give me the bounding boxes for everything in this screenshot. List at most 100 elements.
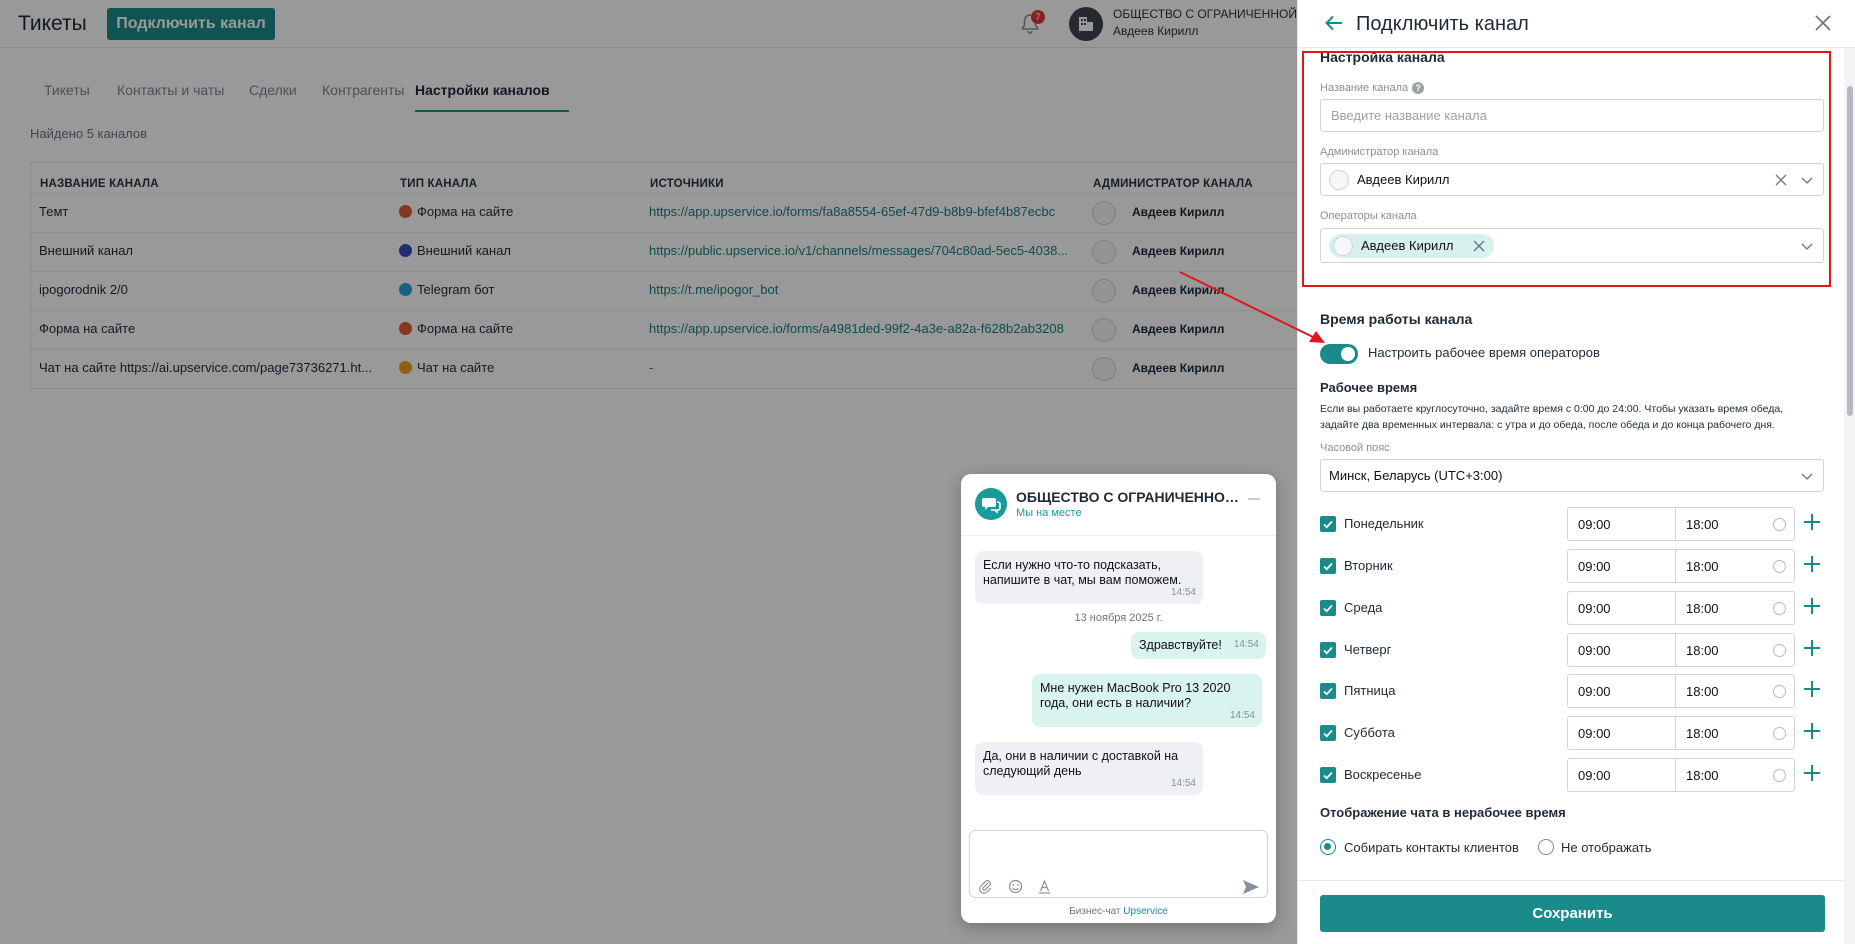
collect-contacts-radio[interactable] <box>1320 839 1336 855</box>
highlight-box <box>1302 51 1831 287</box>
time-divider <box>1675 759 1676 791</box>
chat-title: ОБЩЕСТВО С ОГРАНИЧЕННОЙ О... <box>1016 489 1241 505</box>
work-time-heading: Время работы канала <box>1320 311 1473 327</box>
timezone-label: Часовой пояс <box>1320 442 1390 454</box>
chat-widget: ОБЩЕСТВО С ОГРАНИЧЕННОЙ О... Мы на месте… <box>961 474 1276 923</box>
footer-divider <box>1297 880 1843 881</box>
save-button[interactable]: Сохранить <box>1320 895 1825 932</box>
day-checkbox[interactable] <box>1320 642 1336 658</box>
day-row: Вторник 09:00 18:00 <box>1320 548 1825 583</box>
timezone-value: Минск, Беларусь (UTC+3:00) <box>1329 468 1503 483</box>
add-interval-icon[interactable] <box>1802 554 1822 574</box>
message-time: 14:54 <box>1233 639 1259 650</box>
send-icon[interactable] <box>1242 879 1260 894</box>
scrollbar-thumb[interactable] <box>1847 86 1853 416</box>
add-interval-icon[interactable] <box>1802 763 1822 783</box>
message-time: 14:54 <box>1170 587 1196 598</box>
emoji-icon[interactable] <box>1008 879 1023 894</box>
add-interval-icon[interactable] <box>1802 638 1822 658</box>
chat-header: ОБЩЕСТВО С ОГРАНИЧЕННОЙ О... Мы на месте <box>961 474 1276 536</box>
message-line: Здравствуйте! <box>1139 638 1222 652</box>
clock-icon <box>1773 560 1786 573</box>
day-row: Понедельник 09:00 18:00 <box>1320 506 1825 541</box>
time-from[interactable]: 09:00 <box>1578 726 1611 741</box>
time-from[interactable]: 09:00 <box>1578 643 1611 658</box>
hide-chat-label: Не отображать <box>1561 840 1652 855</box>
time-from[interactable]: 09:00 <box>1578 517 1611 532</box>
chat-message: Если нужно что-то подсказать, напишите в… <box>975 551 1203 604</box>
day-label: Воскресенье <box>1344 767 1422 782</box>
time-divider <box>1675 675 1676 707</box>
time-range-input[interactable]: 09:00 18:00 <box>1567 507 1795 541</box>
add-interval-icon[interactable] <box>1802 721 1822 741</box>
chat-logo <box>975 488 1007 520</box>
time-to[interactable]: 18:00 <box>1686 643 1719 658</box>
day-label: Пятница <box>1344 683 1396 698</box>
message-time: 14:54 <box>1170 778 1196 789</box>
timezone-select[interactable]: Минск, Беларусь (UTC+3:00) <box>1320 459 1824 492</box>
day-label: Вторник <box>1344 558 1393 573</box>
date-separator: 13 ноября 2025 г. <box>1074 612 1163 624</box>
day-row: Среда 09:00 18:00 <box>1320 590 1825 625</box>
time-divider <box>1675 550 1676 582</box>
page: Тикеты Подключить канал 7 ОБЩЕСТВО С ОГР… <box>0 0 1855 944</box>
message-line: Да, они в наличии с доставкой на <box>983 749 1179 763</box>
time-from[interactable]: 09:00 <box>1578 768 1611 783</box>
day-row: Воскресенье 09:00 18:00 <box>1320 757 1825 792</box>
time-range-input[interactable]: 09:00 18:00 <box>1567 549 1795 583</box>
message-line: года, они есть в наличии? <box>1040 696 1192 710</box>
time-from[interactable]: 09:00 <box>1578 601 1611 616</box>
offhours-heading: Отображение чата в нерабочее время <box>1320 805 1566 820</box>
chat-status: Мы на месте <box>1016 507 1082 519</box>
time-range-input[interactable]: 09:00 18:00 <box>1567 674 1795 708</box>
work-time-toggle-label: Настроить рабочее время операторов <box>1368 345 1600 360</box>
day-checkbox[interactable] <box>1320 683 1336 699</box>
time-range-input[interactable]: 09:00 18:00 <box>1567 591 1795 625</box>
time-divider <box>1675 508 1676 540</box>
time-to[interactable]: 18:00 <box>1686 601 1719 616</box>
clock-icon <box>1773 644 1786 657</box>
minimize-icon[interactable] <box>1248 498 1260 500</box>
chevron-down-icon[interactable] <box>1801 470 1813 482</box>
time-to[interactable]: 18:00 <box>1686 559 1719 574</box>
footer-brand-link[interactable]: Upservice <box>1123 906 1167 917</box>
time-range-input[interactable]: 09:00 18:00 <box>1567 758 1795 792</box>
work-time-toggle[interactable] <box>1320 344 1358 364</box>
panel-title: Подключить канал <box>1356 13 1529 35</box>
time-divider <box>1675 634 1676 666</box>
paperclip-icon[interactable] <box>978 879 993 894</box>
day-checkbox[interactable] <box>1320 558 1336 574</box>
clock-icon <box>1773 769 1786 782</box>
time-to[interactable]: 18:00 <box>1686 768 1719 783</box>
day-row: Суббота 09:00 18:00 <box>1320 715 1825 750</box>
time-to[interactable]: 18:00 <box>1686 684 1719 699</box>
message-time: 14:54 <box>1229 710 1255 721</box>
day-checkbox[interactable] <box>1320 725 1336 741</box>
footer-prefix: Бизнес-чат <box>1069 906 1121 917</box>
add-interval-icon[interactable] <box>1802 512 1822 532</box>
clock-icon <box>1773 685 1786 698</box>
clock-icon <box>1773 602 1786 615</box>
add-interval-icon[interactable] <box>1802 596 1822 616</box>
time-divider <box>1675 592 1676 624</box>
close-icon[interactable] <box>1813 13 1833 33</box>
time-to[interactable]: 18:00 <box>1686 726 1719 741</box>
chat-message-input[interactable] <box>969 830 1268 898</box>
day-checkbox[interactable] <box>1320 767 1336 783</box>
day-checkbox[interactable] <box>1320 600 1336 616</box>
working-hours-title: Рабочее время <box>1320 380 1418 395</box>
time-from[interactable]: 09:00 <box>1578 684 1611 699</box>
time-from[interactable]: 09:00 <box>1578 559 1611 574</box>
time-to[interactable]: 18:00 <box>1686 517 1719 532</box>
arrow-left-icon[interactable] <box>1324 13 1344 33</box>
time-range-input[interactable]: 09:00 18:00 <box>1567 716 1795 750</box>
chat-message: Здравствуйте! 14:54 <box>1131 632 1266 659</box>
message-line: следующий день <box>983 764 1082 778</box>
hide-chat-radio[interactable] <box>1538 839 1554 855</box>
add-interval-icon[interactable] <box>1802 679 1822 699</box>
clock-icon <box>1773 727 1786 740</box>
time-range-input[interactable]: 09:00 18:00 <box>1567 633 1795 667</box>
day-checkbox[interactable] <box>1320 516 1336 532</box>
panel-header: Подключить канал <box>1298 0 1855 48</box>
text-format-icon[interactable] <box>1037 879 1052 894</box>
